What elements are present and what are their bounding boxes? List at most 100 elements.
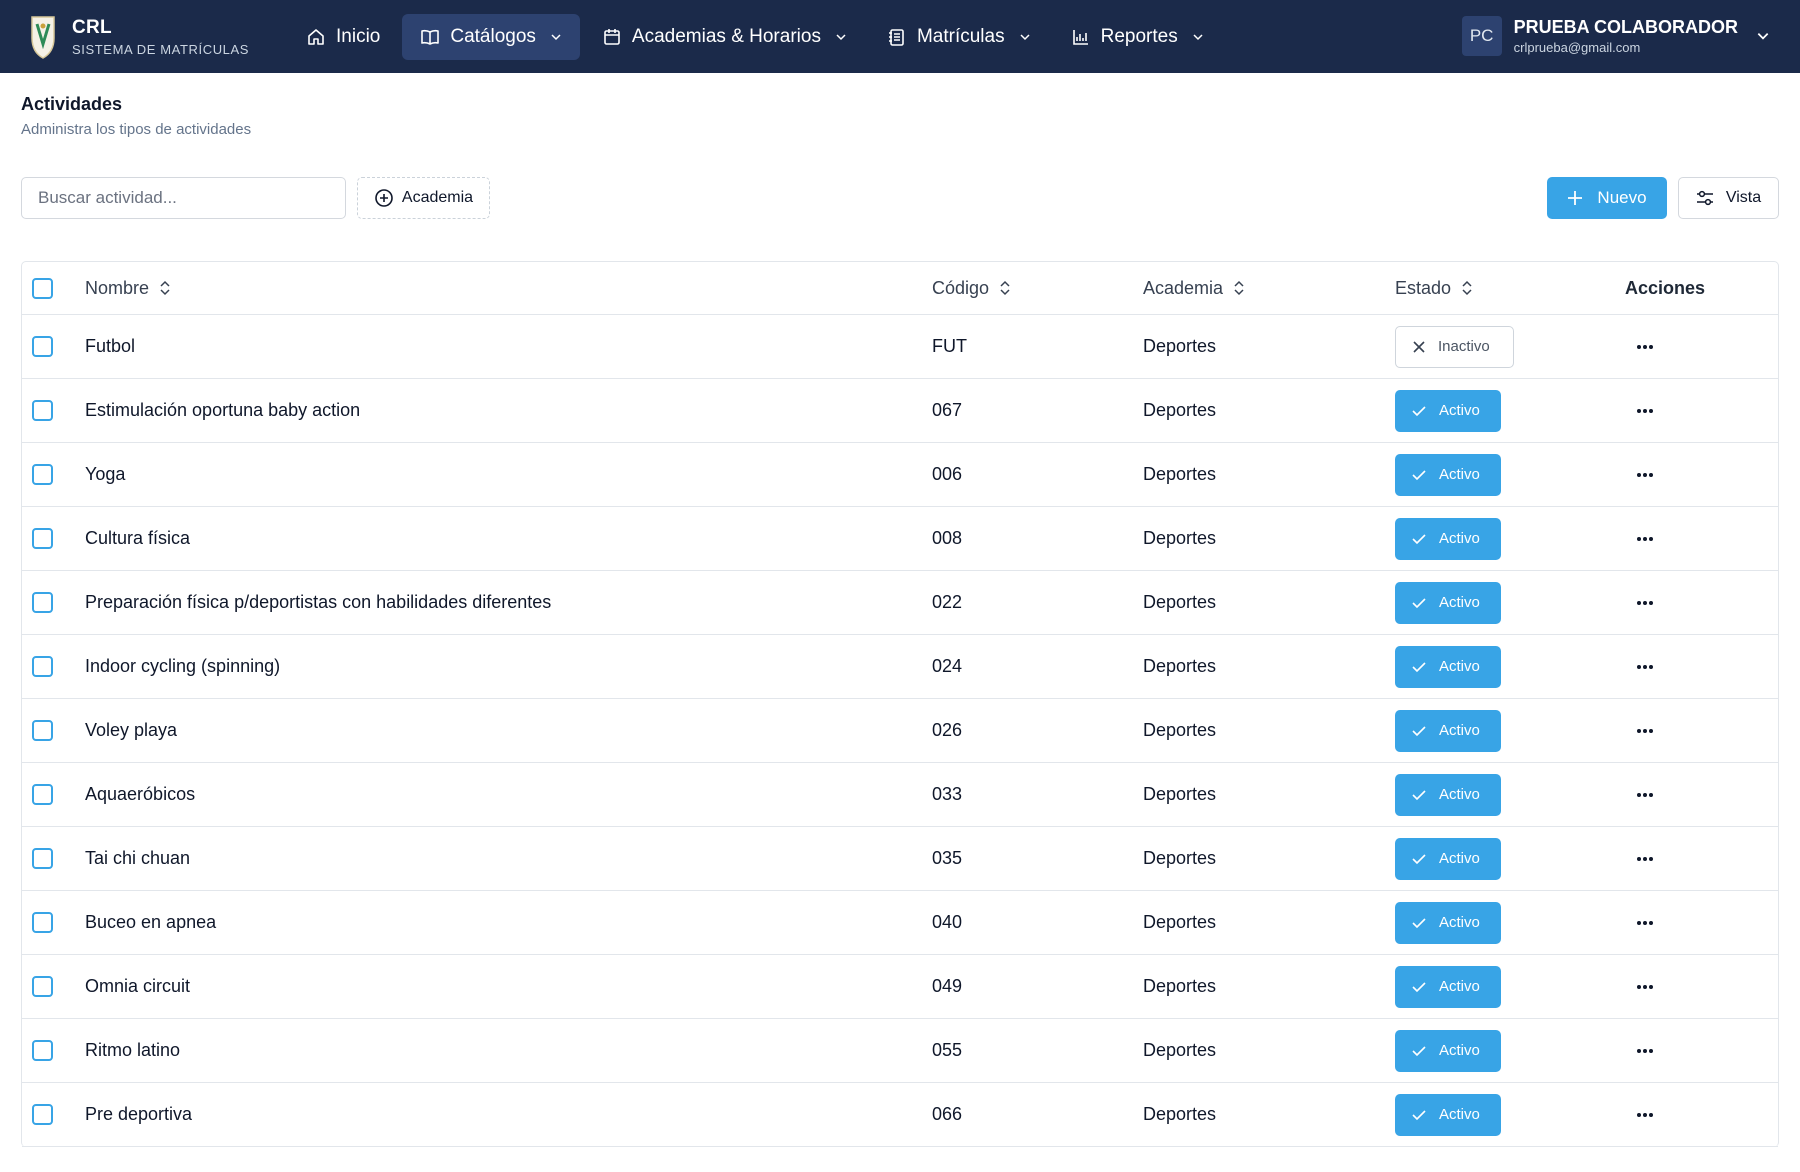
row-checkbox[interactable] [32, 592, 53, 613]
status-badge[interactable]: Activo [1395, 517, 1501, 560]
status-badge[interactable]: Activo [1395, 901, 1501, 944]
activity-academy: Deportes [1143, 464, 1217, 484]
table-row[interactable]: Buceo en apnea 040 Deportes Activo [22, 891, 1778, 955]
row-actions-button[interactable] [1625, 524, 1665, 554]
check-icon [1412, 597, 1426, 608]
user-menu[interactable]: PC PRUEBA COLABORADOR crlprueba@gmail.co… [1461, 12, 1770, 60]
academia-filter-button[interactable]: Academia [357, 177, 490, 219]
table-row[interactable]: Voley playa 026 Deportes Activo [22, 699, 1778, 763]
brand-subtitle: SISTEMA DE MATRÍCULAS [72, 41, 250, 57]
chevron-down-icon [1193, 33, 1203, 40]
status-badge[interactable]: Activo [1395, 965, 1501, 1008]
row-actions-button[interactable] [1625, 972, 1665, 1002]
row-checkbox[interactable] [32, 464, 53, 485]
more-horizontal-icon [1637, 920, 1653, 925]
row-actions-button[interactable] [1625, 460, 1665, 490]
row-checkbox[interactable] [32, 528, 53, 549]
status-badge[interactable]: Activo [1395, 581, 1501, 624]
row-actions-button[interactable] [1625, 332, 1665, 362]
row-checkbox[interactable] [32, 400, 53, 421]
activity-name: Aquaeróbicos [85, 784, 196, 804]
home-icon [308, 28, 324, 45]
row-actions-button[interactable] [1625, 1036, 1665, 1066]
row-checkbox[interactable] [32, 656, 53, 677]
table-row[interactable]: Tai chi chuan 035 Deportes Activo [22, 827, 1778, 891]
activity-academy: Deportes [1143, 656, 1217, 676]
status-label: Activo [1439, 1106, 1480, 1123]
view-button[interactable]: Vista [1678, 177, 1779, 219]
row-actions-button[interactable] [1625, 844, 1665, 874]
row-actions-button[interactable] [1625, 908, 1665, 938]
row-checkbox[interactable] [32, 1104, 53, 1125]
row-checkbox[interactable] [32, 976, 53, 997]
status-badge[interactable]: Activo [1395, 645, 1501, 688]
activity-name: Tai chi chuan [85, 848, 191, 868]
row-checkbox[interactable] [32, 720, 53, 741]
table-row[interactable]: Preparación física p/deportistas con hab… [22, 571, 1778, 635]
row-actions-button[interactable] [1625, 1100, 1665, 1130]
nav-reportes[interactable]: Reportes [1053, 14, 1222, 60]
brand-title: CRL [72, 16, 112, 38]
check-icon [1412, 981, 1426, 992]
main-nav: Inicio Catálogos Academias & Horarios Ma… [288, 0, 1226, 73]
row-actions-button[interactable] [1625, 652, 1665, 682]
status-label: Inactivo [1438, 338, 1490, 355]
nav-label: Catálogos [450, 25, 536, 47]
more-horizontal-icon [1637, 792, 1653, 797]
row-actions-button[interactable] [1625, 588, 1665, 618]
row-checkbox[interactable] [32, 912, 53, 933]
table-row[interactable]: Yoga 006 Deportes Activo [22, 443, 1778, 507]
row-actions-button[interactable] [1625, 396, 1665, 426]
status-badge[interactable]: Activo [1395, 709, 1501, 752]
status-badge[interactable]: Activo [1395, 453, 1501, 496]
new-button[interactable]: Nuevo [1547, 177, 1667, 219]
row-checkbox[interactable] [32, 784, 53, 805]
brand[interactable]: CRL SISTEMA DE MATRÍCULAS [28, 14, 288, 60]
activity-code: 024 [932, 656, 963, 676]
column-header-state[interactable]: Estado [1395, 262, 1473, 314]
status-label: Activo [1439, 658, 1480, 675]
nav-catalogos[interactable]: Catálogos [402, 13, 580, 60]
select-all-checkbox[interactable] [32, 277, 53, 299]
status-badge[interactable]: Activo [1395, 1029, 1501, 1072]
nav-matriculas[interactable]: Matrículas [869, 14, 1049, 60]
column-header-academy[interactable]: Academia [1143, 262, 1245, 314]
activity-name: Omnia circuit [85, 976, 191, 996]
row-checkbox[interactable] [32, 336, 53, 357]
activity-name: Yoga [85, 464, 126, 484]
row-actions-button[interactable] [1625, 716, 1665, 746]
activity-academy: Deportes [1143, 336, 1217, 356]
table-row[interactable]: Cultura física 008 Deportes Activo [22, 507, 1778, 571]
status-badge[interactable]: Inactivo [1395, 325, 1514, 368]
status-label: Activo [1439, 914, 1480, 931]
nav-academias-horarios[interactable]: Academias & Horarios [584, 14, 865, 60]
row-actions-button[interactable] [1625, 780, 1665, 810]
more-horizontal-icon [1637, 984, 1653, 989]
sort-icon [1000, 280, 1010, 296]
nav-label: Reportes [1100, 25, 1178, 47]
table-row[interactable]: Futbol FUT Deportes Inactivo [22, 315, 1778, 379]
status-label: Activo [1439, 978, 1480, 995]
more-horizontal-icon [1637, 664, 1653, 669]
row-checkbox[interactable] [32, 848, 53, 869]
column-header-name[interactable]: Nombre [85, 262, 171, 314]
activity-academy: Deportes [1143, 976, 1217, 996]
table-row[interactable]: Pre deportiva 066 Deportes Activo [22, 1083, 1778, 1147]
status-badge[interactable]: Activo [1395, 1093, 1501, 1136]
table-row[interactable]: Ritmo latino 055 Deportes Activo [22, 1019, 1778, 1083]
table-row[interactable]: Indoor cycling (spinning) 024 Deportes Acti… [22, 635, 1778, 699]
status-badge[interactable]: Activo [1395, 389, 1501, 432]
table-row[interactable]: Omnia circuit 049 Deportes Activo [22, 955, 1778, 1019]
activity-code: 040 [932, 912, 963, 932]
activity-name: Futbol [85, 336, 136, 356]
status-badge[interactable]: Activo [1395, 837, 1501, 880]
row-checkbox[interactable] [32, 1040, 53, 1061]
search-input[interactable] [21, 177, 346, 219]
plus-circle-icon [375, 189, 393, 207]
activity-academy: Deportes [1143, 1040, 1217, 1060]
table-row[interactable]: Aquaeróbicos 033 Deportes Activo [22, 763, 1778, 827]
table-row[interactable]: Estimulación oportuna baby action 067 Depo… [22, 379, 1778, 443]
nav-inicio[interactable]: Inicio [288, 14, 398, 60]
column-header-code[interactable]: Código [932, 262, 1011, 314]
status-badge[interactable]: Activo [1395, 773, 1501, 816]
